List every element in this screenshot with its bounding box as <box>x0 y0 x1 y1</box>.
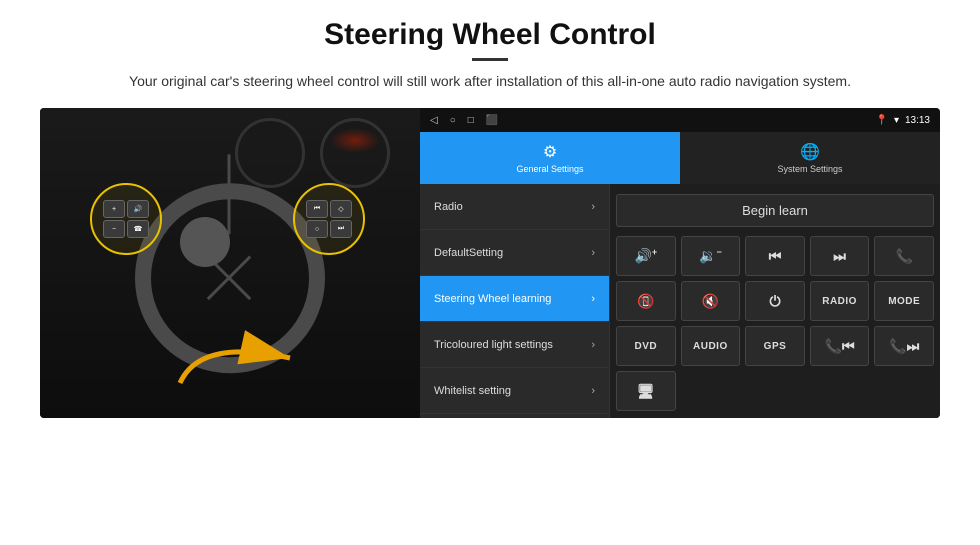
btn-prev: ⏮ <box>306 200 328 218</box>
arrow-indicator <box>170 328 310 398</box>
right-button-circle: ⏮ ◇ ○ ⏭ <box>293 183 365 255</box>
prev-track-icon: ⏮ <box>769 248 782 265</box>
status-right: 📍 ▾ 13:13 <box>875 115 930 126</box>
wheel-background: + 🔊 − ☎ ⏮ ◇ ○ ⏭ <box>40 108 420 418</box>
control-row-3: DVD AUDIO GPS 📞⏮ 📞⏭ <box>616 326 934 366</box>
begin-learn-row: Begin learn <box>616 190 934 230</box>
chevron-icon: › <box>591 293 595 305</box>
system-icon: 🌐 <box>800 142 820 162</box>
tab-general-settings[interactable]: ⚙ General Settings <box>420 132 680 184</box>
tab-bar: ⚙ General Settings 🌐 System Settings <box>420 132 940 184</box>
page-title: Steering Wheel Control <box>324 18 656 52</box>
status-bar: ◁ ○ □ ⬛ 📍 ▾ 13:13 <box>420 108 940 132</box>
phone-icon: 📞 <box>895 248 912 265</box>
recents-icon: □ <box>468 115 474 126</box>
content-row: + 🔊 − ☎ ⏮ ◇ ○ ⏭ <box>40 108 940 535</box>
title-divider <box>472 58 508 61</box>
wifi-icon: ▾ <box>894 115 899 126</box>
dvd-label: DVD <box>634 341 657 352</box>
radio-label: RADIO <box>822 296 857 307</box>
chevron-icon: › <box>591 201 595 213</box>
head-unit: ◁ ○ □ ⬛ 📍 ▾ 13:13 ⚙ General Settings <box>420 108 940 418</box>
tel-prev-button[interactable]: 📞⏮ <box>810 326 870 366</box>
tab-system-settings[interactable]: 🌐 System Settings <box>680 132 940 184</box>
control-row-2: 📵 🔇 ⏻ RADIO MODE <box>616 281 934 321</box>
left-button-circle: + 🔊 − ☎ <box>90 183 162 255</box>
power-button[interactable]: ⏻ <box>745 281 805 321</box>
audio-button[interactable]: AUDIO <box>681 326 741 366</box>
right-control-panel: Begin learn 🔊+ 🔉− ⏮ <box>610 184 940 418</box>
location-icon: 📍 <box>875 115 887 126</box>
next-track-icon: ⏭ <box>833 248 846 265</box>
btn-next: ⏭ <box>330 220 352 238</box>
btn-plus: + <box>103 200 125 218</box>
menu-item-default-setting[interactable]: DefaultSetting › <box>420 230 609 276</box>
audio-label: AUDIO <box>693 341 728 352</box>
vol-down-icon: 🔉− <box>699 247 722 265</box>
home-icon: ○ <box>450 115 456 126</box>
mute-button[interactable]: 🔇 <box>681 281 741 321</box>
control-row-1: 🔊+ 🔉− ⏮ ⏭ 📞 <box>616 236 934 276</box>
radio-button[interactable]: RADIO <box>810 281 870 321</box>
dvd-button[interactable]: DVD <box>616 326 676 366</box>
call-end-icon: 📵 <box>637 293 654 310</box>
chevron-icon: › <box>591 339 595 351</box>
prev-track-button[interactable]: ⏮ <box>745 236 805 276</box>
chevron-icon: › <box>591 385 595 397</box>
btn-phone-icon: ☎ <box>127 220 149 238</box>
tel-next-icon: 📞⏭ <box>889 338 919 355</box>
control-row-4: 🖥 <box>616 371 934 411</box>
vol-up-icon: 🔊+ <box>634 247 657 265</box>
power-icon: ⏻ <box>769 293 780 310</box>
mode-label: MODE <box>888 296 920 307</box>
menu-list: Radio › DefaultSetting › Steering Wheel … <box>420 184 610 418</box>
menu-item-whitelist[interactable]: Whitelist setting › <box>420 368 609 414</box>
btn-circle-key: ○ <box>306 220 328 238</box>
page-container: Steering Wheel Control Your original car… <box>0 0 980 545</box>
phone-answer-button[interactable]: 📞 <box>874 236 934 276</box>
status-time: 13:13 <box>905 115 930 126</box>
menu-item-tricoloured[interactable]: Tricoloured light settings › <box>420 322 609 368</box>
gps-button[interactable]: GPS <box>745 326 805 366</box>
left-button-group: + 🔊 − ☎ <box>103 200 149 238</box>
btn-diamond: ◇ <box>330 200 352 218</box>
menu-item-radio[interactable]: Radio › <box>420 184 609 230</box>
btn-minus: − <box>103 220 125 238</box>
volume-down-button[interactable]: 🔉− <box>681 236 741 276</box>
mute-icon: 🔇 <box>702 293 719 310</box>
back-icon: ◁ <box>430 115 438 126</box>
tel-next-button[interactable]: 📞⏭ <box>874 326 934 366</box>
screen-icon: 🖥 <box>637 383 655 400</box>
chevron-icon: › <box>591 247 595 259</box>
screen-button[interactable]: 🖥 <box>616 371 676 411</box>
btn-mute-icon: 🔊 <box>127 200 149 218</box>
steering-wheel-image: + 🔊 − ☎ ⏮ ◇ ○ ⏭ <box>40 108 420 418</box>
next-track-button[interactable]: ⏭ <box>810 236 870 276</box>
mode-button[interactable]: MODE <box>874 281 934 321</box>
call-end-button[interactable]: 📵 <box>616 281 676 321</box>
gear-icon: ⚙ <box>543 142 557 162</box>
unit-main: Radio › DefaultSetting › Steering Wheel … <box>420 184 940 418</box>
page-subtitle: Your original car's steering wheel contr… <box>129 71 851 92</box>
right-button-group: ⏮ ◇ ○ ⏭ <box>306 200 352 238</box>
volume-up-button[interactable]: 🔊+ <box>616 236 676 276</box>
gps-label: GPS <box>764 341 787 352</box>
menu-item-steering-wheel[interactable]: Steering Wheel learning › <box>420 276 609 322</box>
screenshot-icon: ⬛ <box>486 115 498 126</box>
begin-learn-button[interactable]: Begin learn <box>616 194 934 227</box>
status-nav-icons: ◁ ○ □ ⬛ <box>430 115 498 126</box>
tel-prev-icon: 📞⏮ <box>825 338 855 355</box>
